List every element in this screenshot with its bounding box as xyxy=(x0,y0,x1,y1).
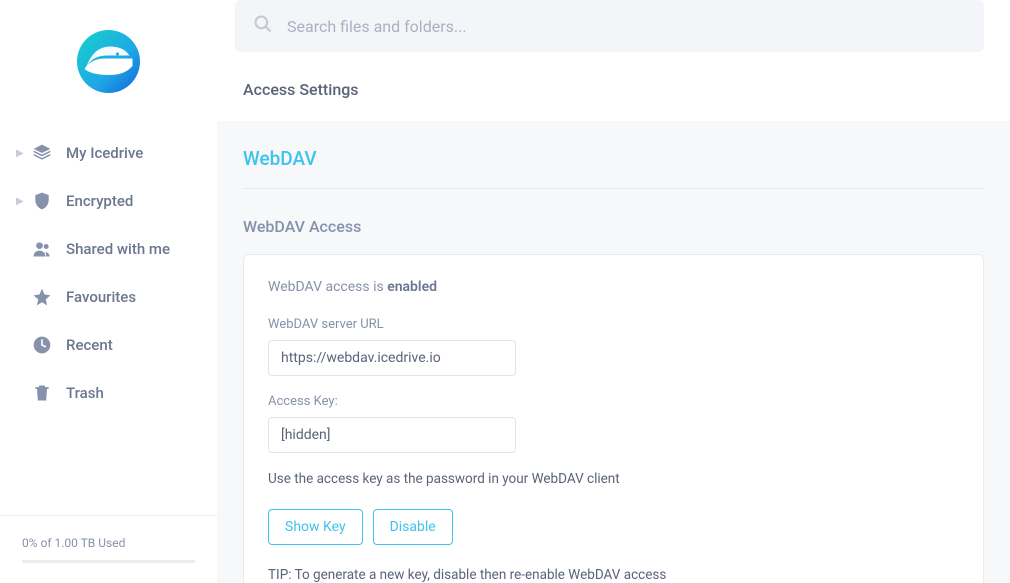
clock-icon xyxy=(32,335,52,355)
status-prefix: WebDAV access is xyxy=(268,279,387,295)
star-icon xyxy=(32,287,52,307)
key-label: Access Key: xyxy=(268,394,959,409)
disable-button[interactable]: Disable xyxy=(373,509,453,545)
storage-indicator: 0% of 1.00 TB Used xyxy=(0,515,217,583)
show-key-button[interactable]: Show Key xyxy=(268,509,363,545)
subsection-title: WebDAV Access xyxy=(243,217,984,236)
storage-text: 0% of 1.00 TB Used xyxy=(22,536,195,550)
sidebar-item-label: Shared with me xyxy=(66,240,170,258)
button-row: Show Key Disable xyxy=(268,509,959,545)
main: Access Settings WebDAV WebDAV Access Web… xyxy=(217,0,1010,583)
storage-bar xyxy=(22,560,195,563)
section-title: WebDAV xyxy=(243,147,984,189)
search-input[interactable] xyxy=(287,17,966,36)
content: WebDAV WebDAV Access WebDAV access is en… xyxy=(217,121,1010,583)
url-label: WebDAV server URL xyxy=(268,317,959,332)
trash-icon xyxy=(32,383,52,403)
chevron-right-icon: ▶ xyxy=(16,148,26,159)
users-icon xyxy=(32,239,52,259)
sidebar-item-label: Favourites xyxy=(66,288,136,306)
tip-text: TIP: To generate a new key, disable then… xyxy=(268,567,959,583)
sidebar-item-label: Recent xyxy=(66,336,113,354)
search-bar[interactable] xyxy=(235,0,984,52)
sidebar-item-encrypted[interactable]: ▶ Encrypted xyxy=(0,177,217,225)
page-header: Access Settings xyxy=(217,52,1010,121)
search-wrap xyxy=(217,0,1010,52)
sidebar-item-label: Trash xyxy=(66,384,104,402)
page-title: Access Settings xyxy=(243,80,984,99)
access-key-input[interactable] xyxy=(268,417,516,453)
sidebar-item-trash[interactable]: Trash xyxy=(0,369,217,417)
webdav-url-input[interactable] xyxy=(268,340,516,376)
sidebar-item-label: Encrypted xyxy=(66,192,133,210)
sidebar-item-recent[interactable]: Recent xyxy=(0,321,217,369)
chevron-right-icon: ▶ xyxy=(16,196,26,207)
sidebar-item-label: My Icedrive xyxy=(66,144,143,162)
webdav-card: WebDAV access is enabled WebDAV server U… xyxy=(243,254,984,583)
logo-container xyxy=(0,0,217,129)
sidebar: ▶ My Icedrive ▶ Encrypted Shared with me xyxy=(0,0,217,583)
sidebar-item-my-icedrive[interactable]: ▶ My Icedrive xyxy=(0,129,217,177)
shield-icon xyxy=(32,191,52,211)
status-value: enabled xyxy=(387,279,437,295)
layers-icon xyxy=(32,143,52,163)
webdav-status: WebDAV access is enabled xyxy=(268,279,959,295)
help-text: Use the access key as the password in yo… xyxy=(268,471,959,487)
sidebar-item-shared[interactable]: Shared with me xyxy=(0,225,217,273)
nav: ▶ My Icedrive ▶ Encrypted Shared with me xyxy=(0,129,217,515)
app-logo xyxy=(71,24,146,99)
sidebar-item-favourites[interactable]: Favourites xyxy=(0,273,217,321)
search-icon xyxy=(253,14,273,38)
